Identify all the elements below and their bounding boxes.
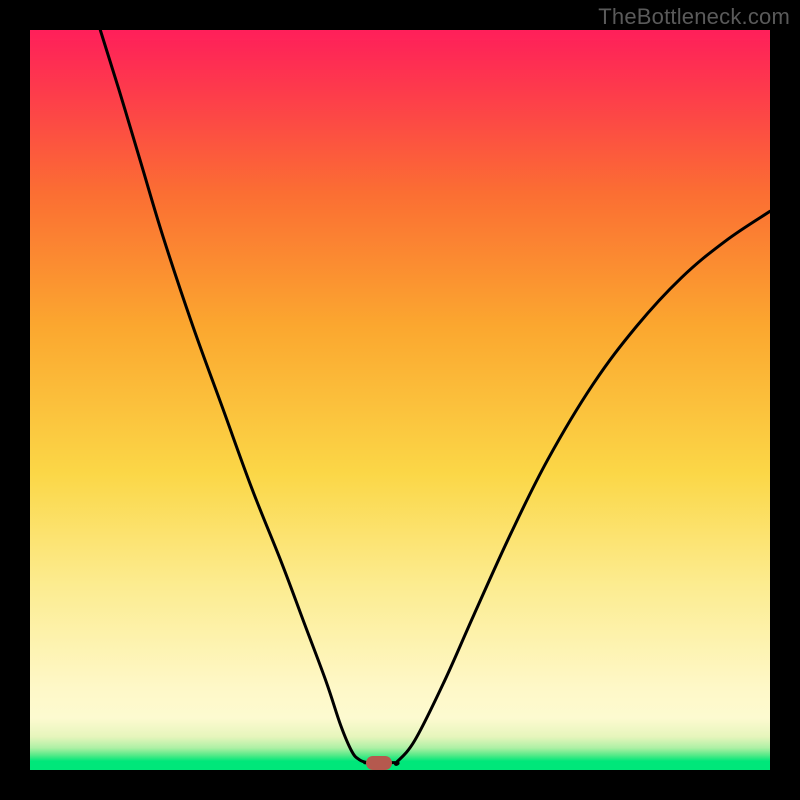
watermark-text: TheBottleneck.com [598, 4, 790, 30]
optimal-marker [366, 756, 392, 770]
chart-frame: TheBottleneck.com [0, 0, 800, 800]
plot-area [30, 30, 770, 770]
background-gradient [30, 30, 770, 770]
